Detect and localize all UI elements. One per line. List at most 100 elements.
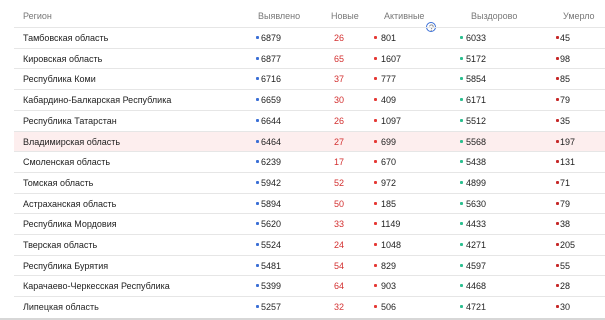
table-row[interactable]: Смоленская область 6239 17 670 5438 131	[14, 151, 605, 172]
active-marker-icon	[374, 98, 377, 102]
recovered-marker-icon	[460, 284, 463, 288]
died-value: 79	[560, 95, 571, 106]
active-value: 1149	[381, 219, 401, 230]
table-row[interactable]: Карачаево-Черкесская Республика 5399 64 903…	[14, 275, 605, 296]
active-marker-icon	[374, 263, 377, 267]
detected-value: 6879	[261, 33, 282, 43]
column-header-recovered[interactable]: Выздорово	[471, 11, 517, 21]
recovered-marker-icon	[460, 118, 463, 122]
active-marker-icon	[374, 284, 377, 288]
table-row[interactable]: Республика Коми 6716 37 777 5854 85	[14, 68, 605, 89]
active-value: 903	[381, 281, 397, 292]
died-marker-icon	[556, 118, 559, 122]
table-row[interactable]: Тамбовская область 6879 26 801 6033 45	[14, 27, 605, 48]
recovered-value: 6171	[466, 95, 487, 106]
detected-marker-icon	[256, 77, 259, 81]
active-value: 670	[381, 157, 397, 168]
active-value: 829	[381, 260, 397, 271]
detected-value: 6659	[261, 95, 282, 106]
detected-value: 5620	[261, 219, 282, 230]
table-row[interactable]: Республика Мордовия 5620 33 1149 4433 38	[14, 213, 605, 234]
died-marker-icon	[556, 243, 559, 246]
column-header-new[interactable]: Новые	[331, 11, 359, 21]
detected-marker-icon	[256, 98, 259, 102]
new-value: 54	[334, 260, 345, 271]
new-value: 64	[334, 281, 345, 292]
region-name: Астраханская область	[23, 198, 117, 209]
column-header-active-label: Активные	[384, 11, 425, 21]
table-row[interactable]: Кировская область 6877 65 1607 5172 98	[14, 47, 605, 69]
table-row[interactable]: Владимирская область 6464 27 699 5568 197	[14, 130, 605, 152]
recovered-value: 5172	[466, 53, 487, 64]
detected-value: 5524	[261, 240, 282, 250]
region-name: Кабардино-Балкарская Республика	[23, 95, 172, 106]
died-marker-icon	[556, 222, 559, 226]
table-row[interactable]: Томская область 5942 52 972 4899 71	[14, 171, 605, 193]
active-value: 409	[381, 95, 397, 106]
detected-marker-icon	[256, 139, 259, 143]
table-row[interactable]: Кабардино-Балкарская Республика 6659 30 409…	[14, 89, 605, 110]
new-value: 17	[334, 157, 345, 168]
detected-marker-icon	[256, 201, 259, 205]
table-row[interactable]: Республика Бурятия 5481 54 829 4597 55	[14, 254, 605, 276]
detected-value: 6239	[261, 157, 282, 168]
detected-marker-icon	[256, 56, 259, 60]
new-value: 24	[334, 240, 345, 250]
died-marker-icon	[556, 284, 559, 288]
region-name: Тверская область	[23, 240, 98, 250]
active-marker-icon	[374, 160, 377, 164]
new-value: 65	[334, 53, 345, 64]
active-value: 185	[381, 198, 397, 209]
column-header-active[interactable]: Активные?	[384, 11, 437, 33]
table-row[interactable]: Тверская область 5524 24 1048 4271 205	[14, 234, 605, 255]
column-header-detected[interactable]: Выявлено	[258, 11, 300, 21]
detected-value: 6716	[261, 74, 282, 85]
died-marker-icon	[556, 180, 559, 184]
died-value: 28	[560, 281, 571, 292]
active-value: 801	[381, 33, 397, 43]
table-row[interactable]: Астраханская область 5894 50 185 5630 79	[14, 192, 605, 214]
column-header-region[interactable]: Регион	[23, 11, 52, 21]
active-marker-icon	[374, 243, 377, 246]
detected-marker-icon	[256, 118, 259, 122]
died-value: 45	[560, 33, 571, 43]
detected-value: 5942	[261, 177, 282, 188]
region-name: Тамбовская область	[23, 33, 109, 43]
active-value: 699	[381, 136, 397, 147]
died-value: 197	[560, 136, 576, 147]
column-header-died[interactable]: Умерло	[563, 11, 595, 21]
detected-marker-icon	[256, 180, 259, 184]
region-name: Владимирская область	[23, 136, 121, 147]
active-value: 1607	[381, 53, 402, 64]
region-name: Республика Коми	[23, 74, 96, 85]
recovered-marker-icon	[460, 139, 463, 143]
detected-marker-icon	[256, 284, 259, 288]
active-marker-icon	[374, 77, 377, 81]
recovered-value: 6033	[466, 33, 487, 43]
died-value: 35	[560, 115, 571, 126]
region-name: Карачаево-Черкесская Республика	[23, 281, 170, 292]
died-value: 205	[560, 240, 576, 250]
detected-value: 5399	[261, 281, 282, 292]
died-value: 38	[560, 219, 571, 230]
active-marker-icon	[374, 222, 377, 226]
detected-value: 5894	[261, 198, 282, 209]
recovered-value: 4468	[466, 281, 487, 292]
recovered-value: 4433	[466, 219, 487, 230]
active-marker-icon	[374, 180, 377, 184]
active-value: 972	[381, 177, 397, 188]
active-marker-icon	[374, 56, 377, 60]
recovered-marker-icon	[460, 77, 463, 81]
new-value: 50	[334, 198, 345, 209]
new-value: 37	[334, 74, 345, 85]
table-row[interactable]: Республика Татарстан 6644 26 1097 5512 35	[14, 109, 605, 131]
active-marker-icon	[374, 118, 377, 122]
died-marker-icon	[556, 160, 559, 164]
recovered-marker-icon	[460, 201, 463, 205]
region-name: Республика Татарстан	[23, 115, 117, 126]
recovered-value: 5438	[466, 157, 487, 168]
region-name: Республика Бурятия	[23, 260, 109, 271]
died-marker-icon	[556, 201, 559, 205]
new-value: 26	[334, 33, 345, 43]
recovered-marker-icon	[460, 263, 463, 267]
